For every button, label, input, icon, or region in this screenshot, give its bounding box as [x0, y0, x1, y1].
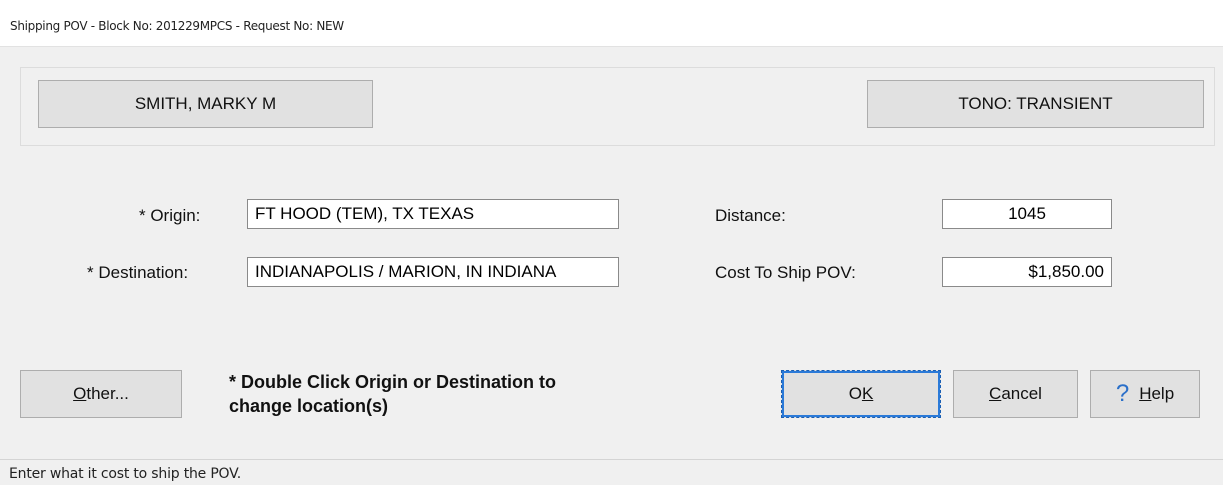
window-title: Shipping POV - Block No: 201229MPCS - Re… — [10, 19, 344, 33]
status-text: Enter what it cost to ship the POV. — [9, 466, 241, 482]
help-button[interactable]: ? Help — [1090, 370, 1200, 418]
ok-mnemonic: K — [861, 384, 874, 403]
cancel-mnemonic: C — [989, 384, 1002, 403]
origin-label: * Origin: — [139, 206, 201, 225]
cancel-button[interactable]: Cancel — [953, 370, 1078, 418]
destination-label: * Destination: — [87, 263, 189, 282]
title-bar: Shipping POV - Block No: 201229MPCS - Re… — [0, 0, 1223, 47]
distance-label: Distance: — [715, 206, 786, 225]
ok-button[interactable]: OK — [781, 370, 941, 418]
note-line-2: change location(s) — [229, 396, 389, 416]
distance-field[interactable]: 1045 — [942, 199, 1112, 229]
other-button[interactable]: Other... — [20, 370, 182, 418]
member-name-box: SMITH, MARKY M — [38, 80, 373, 128]
help-mnemonic: H — [1139, 384, 1152, 403]
cost-label: Cost To Ship POV: — [715, 263, 856, 282]
help-label-rest: elp — [1151, 384, 1175, 403]
status-bar: Enter what it cost to ship the POV. — [0, 459, 1223, 485]
destination-field[interactable]: INDIANAPOLIS / MARION, IN INDIANA — [247, 257, 619, 287]
other-mnemonic: O — [73, 384, 87, 403]
double-click-note: * Double Click Origin or Destination to … — [229, 370, 649, 418]
cancel-label-rest: ancel — [1001, 384, 1042, 403]
ok-label-prefix: O — [848, 384, 862, 403]
tono-box: TONO: TRANSIENT — [867, 80, 1204, 128]
note-line-1: * Double Click Origin or Destination to — [229, 372, 557, 392]
cost-to-ship-field[interactable]: $1,850.00 — [942, 257, 1112, 287]
member-header-panel: SMITH, MARKY M TONO: TRANSIENT — [20, 67, 1215, 146]
other-label-rest: ther... — [86, 384, 129, 403]
origin-field[interactable]: FT HOOD (TEM), TX TEXAS — [247, 199, 619, 229]
question-mark-icon: ? — [1115, 380, 1130, 407]
